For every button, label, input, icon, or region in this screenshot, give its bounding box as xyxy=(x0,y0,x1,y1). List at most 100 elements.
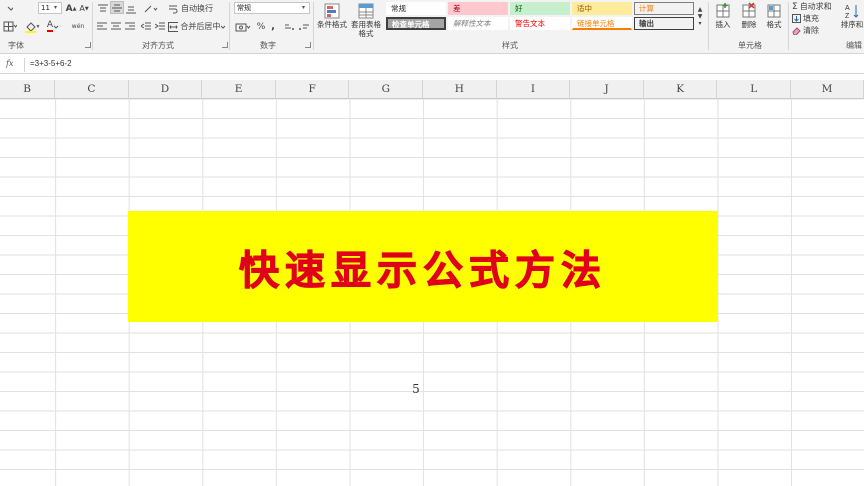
alignment-group-label: 对齐方式 xyxy=(142,41,174,50)
style-label: 解释性文本 xyxy=(453,19,491,28)
font-size-field[interactable]: 11 ▾ xyxy=(38,2,62,14)
decrease-decimal-button[interactable] xyxy=(298,20,310,33)
result-cell-value[interactable]: 5 xyxy=(408,382,424,396)
column-header-j[interactable]: J xyxy=(570,80,644,99)
decrease-decimal-icon xyxy=(299,24,309,30)
chevron-down-icon: ▾ xyxy=(54,4,58,11)
column-header-l[interactable]: L xyxy=(718,80,792,99)
column-header-k[interactable]: K xyxy=(644,80,718,99)
accounting-format-button[interactable] xyxy=(234,20,252,33)
column-header-m[interactable]: M xyxy=(791,80,864,99)
style-label: 检查单元格 xyxy=(392,20,430,29)
align-center-icon xyxy=(111,22,121,30)
style-neutral[interactable]: 适中 xyxy=(572,2,632,15)
column-header-g[interactable]: G xyxy=(350,80,424,99)
font-group-label: 字体 xyxy=(8,41,24,50)
border-grid-icon xyxy=(3,21,17,32)
wrap-text-icon xyxy=(169,5,178,13)
increase-decimal-button[interactable] xyxy=(284,20,296,33)
clear-button[interactable]: 清除 xyxy=(792,24,832,37)
align-middle-button[interactable] xyxy=(110,1,124,14)
style-linked-cell[interactable]: 链接单元格 xyxy=(572,17,632,30)
format-cells-button[interactable]: 格式 xyxy=(762,1,786,39)
styles-gallery-scroll[interactable]: ▲ ▼ ▾ xyxy=(696,1,704,31)
style-good[interactable]: 好 xyxy=(510,2,570,15)
conditional-format-button[interactable]: 条件格式 xyxy=(316,1,348,39)
style-calculation[interactable]: 计算 xyxy=(634,2,694,15)
orientation-button[interactable] xyxy=(142,2,160,15)
number-format-dropdown[interactable]: 常规 ▾ xyxy=(234,2,310,14)
font-name-dropdown[interactable] xyxy=(0,2,14,15)
style-explanatory[interactable]: 解释性文本 xyxy=(448,17,508,30)
style-normal[interactable]: 常规 xyxy=(386,2,446,15)
align-bottom-icon xyxy=(126,6,136,13)
column-header-f[interactable]: F xyxy=(276,80,350,99)
wrap-text-button[interactable]: 自动换行 xyxy=(168,2,214,15)
format-as-table-button[interactable]: 套用表格格式 xyxy=(348,1,384,39)
shrink-font-button[interactable]: A ▼ xyxy=(79,2,89,15)
align-right-button[interactable] xyxy=(124,20,136,33)
increase-indent-button[interactable] xyxy=(154,20,166,33)
svg-text:Z: Z xyxy=(845,13,850,20)
grow-font-button[interactable]: A ▲ xyxy=(66,2,77,15)
merged-title-cell[interactable]: 快速显示公式方法 xyxy=(128,211,718,322)
column-header-c[interactable]: C xyxy=(55,80,129,99)
style-label: 差 xyxy=(453,4,461,13)
title-text: 快速显示公式方法 xyxy=(239,246,607,294)
font-color-button[interactable]: A xyxy=(44,20,62,33)
chevron-down-icon xyxy=(53,25,59,29)
currency-icon xyxy=(235,23,251,31)
insert-function-icon[interactable]: fx xyxy=(6,59,13,68)
style-bad[interactable]: 差 xyxy=(448,2,508,15)
style-output[interactable]: 输出 xyxy=(634,17,694,30)
alignment-launcher-icon[interactable] xyxy=(222,42,228,48)
number-group-label: 数字 xyxy=(260,41,276,50)
insert-cells-icon xyxy=(716,3,730,18)
percent-button[interactable]: % xyxy=(255,20,267,33)
number-launcher-icon[interactable] xyxy=(305,42,311,48)
column-header-d[interactable]: D xyxy=(129,80,203,99)
comma-button[interactable]: , xyxy=(268,20,278,33)
formula-bar: fx =3+3-5+6-2 xyxy=(0,56,864,74)
editing-group-label: 编辑 xyxy=(846,41,862,50)
align-top-button[interactable] xyxy=(96,2,110,15)
chevron-down-icon xyxy=(7,6,13,11)
column-header-h[interactable]: H xyxy=(423,80,497,99)
chevron-down-icon: ▾ xyxy=(302,4,306,11)
style-label: 输出 xyxy=(639,19,654,28)
align-bottom-button[interactable] xyxy=(124,2,138,15)
column-header-e[interactable]: E xyxy=(202,80,276,99)
indent-icon xyxy=(155,22,165,30)
column-header-b[interactable]: B xyxy=(0,80,56,99)
insert-cells-button[interactable]: 插入 xyxy=(710,1,736,39)
chevron-down-icon xyxy=(221,25,226,29)
merge-center-button[interactable]: 合并后居中 xyxy=(168,20,226,33)
align-left-icon xyxy=(97,22,107,30)
fill-down-icon xyxy=(792,14,801,23)
font-launcher-icon[interactable] xyxy=(85,42,91,48)
align-center-button[interactable] xyxy=(110,20,122,33)
scroll-up-icon: ▲ xyxy=(697,5,703,13)
delete-cells-button[interactable]: 删除 xyxy=(736,1,762,39)
sort-filter-button[interactable]: AZ 排序和 xyxy=(840,1,864,39)
eraser-icon xyxy=(792,27,801,35)
align-middle-icon xyxy=(112,4,122,11)
merge-cells-icon xyxy=(168,21,179,32)
ribbon: 11 ▾ A ▲ A ▼ A wén 字体 自动换行 合并后居中 对齐方式 常规… xyxy=(0,0,864,54)
column-header-i[interactable]: I xyxy=(497,80,571,99)
cells-group-label: 单元格 xyxy=(738,41,762,50)
formula-input[interactable]: =3+3-5+6-2 xyxy=(30,59,72,68)
style-check-cell[interactable]: 检查单元格 xyxy=(386,17,446,30)
format-cells-icon xyxy=(767,4,781,18)
phonetic-button[interactable]: wén xyxy=(70,20,86,33)
style-warning[interactable]: 警告文本 xyxy=(510,17,570,30)
sort-icon: AZ xyxy=(845,5,859,20)
decrease-indent-button[interactable] xyxy=(140,20,152,33)
fill-color-button[interactable] xyxy=(24,20,40,33)
borders-button[interactable] xyxy=(2,20,18,33)
style-label: 适中 xyxy=(577,4,592,13)
align-left-button[interactable] xyxy=(96,20,108,33)
conditional-format-icon xyxy=(324,3,340,19)
align-right-icon xyxy=(125,22,135,30)
more-icon: ▾ xyxy=(698,19,702,27)
